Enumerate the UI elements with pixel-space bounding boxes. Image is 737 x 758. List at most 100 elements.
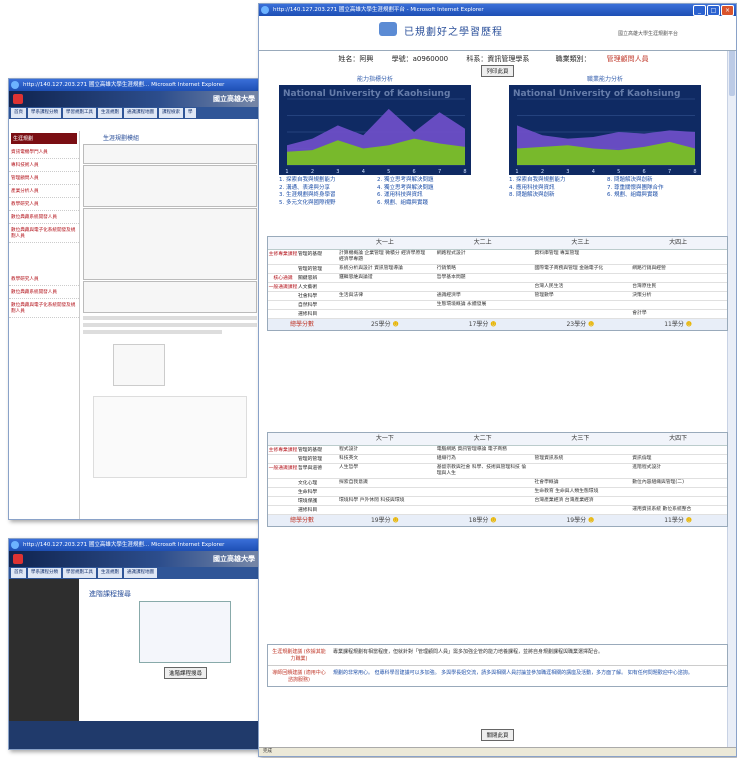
school-logo-icon [13,554,23,564]
column-header: 大二下 [473,435,492,442]
x-tick-label: 8 [693,169,696,175]
dark-sidebar [9,579,79,739]
subcategory-cell: 選修科目 [298,508,318,513]
advice-text: 規劃的非常用心。 但專科學習建議可以多加強。 多與學長姐交流，請多與相關人員討論… [333,670,693,676]
minimize-icon[interactable]: _ [693,5,706,16]
sidebar-item[interactable]: 數位典藏與電子化系統開發及規劃人員 [9,224,79,243]
category-cell [268,455,298,463]
sidebar-item[interactable]: 產業分析人員 [9,185,79,198]
page-header: 已規劃好之學習歷程 國立高雄大學生涯規劃平台 [259,16,736,51]
button-group [113,344,165,386]
chart-legend: 1. 探索自我與規劃能力 8. 問題解決與創新 4. 應用科技與資訊 7. 尊重… [509,177,701,200]
sidebar-item[interactable]: 專科技術人員 [9,159,79,172]
x-tick-label: 7 [438,169,441,175]
table-row: 自然科學 生態環境概論 永續發展 [268,301,727,310]
nav-item[interactable]: 課程檢索 [159,108,183,118]
course-cell [434,488,532,496]
sidebar-item[interactable]: 數位典藏系統開發人員 [9,211,79,224]
chart-ability-svg: National University of Kaohsiung 1 2 3 4 5 6 7 8 [279,85,471,175]
course-cell: 台灣原住民 [632,284,657,289]
nav-item[interactable]: 學系課程分類 [28,108,61,118]
site-banner: 國立高雄大學 [9,91,259,107]
course-cell [532,506,630,514]
subcategory-cell: 生命科學 [298,490,318,495]
course-cell [629,497,727,505]
x-tick-label: 7 [668,169,671,175]
sidebar-item[interactable]: 資訊電機學門人員 [9,146,79,159]
table-row: 一般通識課程 人文藝術 台灣人民生活 台灣原住民 [268,283,727,292]
course-cell: 電腦網路 資訊管理導論 電子商務 [436,447,507,452]
nav-item[interactable]: 學習規劃工具 [63,108,96,118]
course-cell: 哲學基本問題 [436,275,466,280]
course-cell: 國際電子商務與管理 金融電子化 [534,266,604,271]
table-body: 主修專業課程 管理的基礎 計算機概論 企業管理 微積分 經濟學原理 經濟學專題 網路程… [268,250,727,319]
course-cell: 生態環境概論 永續發展 [436,302,487,307]
nav-item[interactable]: 首頁 [11,108,26,118]
course-cell: 基督宗教與社會 科學、技術與管理科技 倫理與人生 [436,465,527,476]
front-window-learning-path: http://140.127.203.271 國立高雄大學生涯規劃平台 - Mi… [258,3,737,757]
legend-item: 4. 獨立思考與解決問題 [377,184,434,191]
sidebar-item[interactable]: 數位典藏系統開發人員 [9,286,79,299]
window-titlebar: http://140.127.203.271 國立高雄大學生涯規劃… Micro… [9,79,259,91]
course-cell: 生活與法律 [339,293,363,298]
advice-label: 生涯規劃建議 (依據其能力職業) [272,649,326,662]
x-tick-label: 6 [643,169,646,175]
subcategory-cell: 選修科目 [298,312,318,317]
table-row: 選修科目 會計學 [268,310,727,319]
scrollbar[interactable] [727,16,736,748]
sidebar-item[interactable]: 數位典藏與電子化系統開發及規劃人員 [9,299,79,318]
maximize-icon[interactable]: □ [707,5,720,16]
course-cell [629,446,727,454]
book-icon [379,22,397,36]
career-table [83,144,257,313]
subcategory-cell: 管理的管理 [298,267,322,272]
table-header: 大一下 大二下 大三下 大四下 [268,433,727,446]
nav-item[interactable]: 通識課程地圖 [124,568,157,578]
x-tick-label: 4 [592,169,595,175]
subcategory-cell: 管理的基礎 [298,448,322,453]
sidebar-item[interactable]: 管理顧問人員 [9,172,79,185]
page-title: 已規劃好之學習歷程 [404,27,503,38]
nav-item[interactable]: 學系課程分類 [28,568,61,578]
course-cell [434,479,532,487]
legend-item: 6. 規劃、組織與實踐 [377,199,428,206]
semester-table-bottom: 大一下 大二下 大三下 大四下 主修專業課程 管理的基礎 程式設計 電腦網路 資訊管理… [267,432,728,527]
category-cell: 一般通識課程 [268,466,298,471]
advice-row: 生涯規劃建議 (依據其能力職業) 專業課程規劃有相當程度，但就針對「管理顧問人員… [268,645,727,666]
status-bar: 完成 [259,747,736,756]
nav-item[interactable]: 生涯規劃 [98,108,122,118]
nav-item[interactable]: 首頁 [11,568,26,578]
course-cell: 決策分析 [632,293,652,298]
nav-item[interactable]: 學習規劃工具 [63,568,96,578]
search-button[interactable]: 進階課程搜尋 [164,667,208,679]
nav-item[interactable]: 生涯規劃 [98,568,122,578]
column-header: 大四上 [669,239,688,246]
close-icon[interactable]: × [721,5,734,16]
subcategory-cell: 人文藝術 [298,285,318,290]
window-titlebar: http://140.127.203.271 國立高雄大學生涯規劃平台 - Mi… [259,4,736,16]
category-cell [268,488,298,496]
course-cell: 探索自我意識 [339,480,368,485]
nav-item[interactable]: 學 [185,108,196,118]
course-cell: 資料庫管理 專案管理 [534,251,580,256]
sidebar-item[interactable]: 教學研究人員 [9,273,79,286]
course-cell: 網路程式設計 [436,251,466,256]
legend-item: 1. 探索自我與規劃能力 [279,177,336,183]
sidebar-item[interactable]: 教學研究人員 [9,198,79,211]
category-cell [268,506,298,514]
course-cell: 管理數學 [534,293,554,298]
column-header: 大一上 [375,239,394,246]
category-cell [268,479,298,487]
course-cell [629,250,727,264]
column-header: 大一下 [375,435,394,442]
subcategory-cell: 關鍵思辨 [298,276,318,281]
total-row: 總學分數 25學分 17學分 23學分 11學分 [268,319,727,330]
nav-item[interactable]: 通識課程地圖 [124,108,157,118]
course-cell: 計算機概論 企業管理 微積分 經濟學原理 經濟學專題 [339,251,426,262]
total-credits: 11學分 [629,319,727,330]
search-form[interactable] [139,601,231,663]
close-page-button[interactable]: 關閉此頁 [481,729,514,741]
x-tick-label: 3 [336,169,339,175]
course-cell [434,497,532,505]
course-cell [336,488,434,496]
